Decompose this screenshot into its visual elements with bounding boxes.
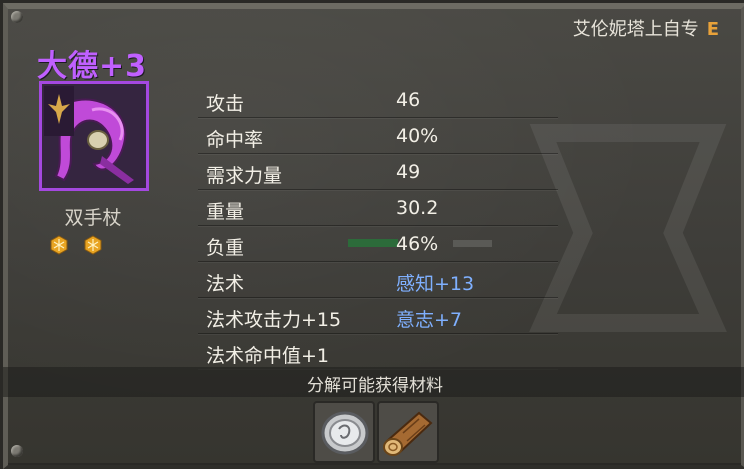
- gem-socket-icon: [50, 235, 68, 255]
- stat-row-required-strength: 需求力量 49: [198, 155, 558, 190]
- stat-row-weight: 重量 30.2: [198, 191, 558, 226]
- stat-label: 命中率: [206, 129, 264, 151]
- owner-label: 艾伦妮塔上自专 E: [573, 15, 719, 41]
- wood-log-icon: [383, 411, 433, 456]
- stat-row-spell-attack: 法术攻击力+15 意志+7: [198, 299, 558, 334]
- stat-label: 重量: [206, 201, 245, 223]
- grade-badge: E: [706, 19, 719, 40]
- stat-value: 49: [396, 161, 421, 183]
- stat-label: 负重: [206, 237, 245, 259]
- stat-label: 法术命中值+1: [206, 345, 330, 367]
- owner-name: 艾伦妮塔上自专: [572, 19, 699, 40]
- item-tooltip-panel: 艾伦妮塔上自专 E 大德+3 双手杖 攻击 46 命中率 40% 需求力量 49…: [0, 0, 744, 469]
- item-type: 双手杖: [64, 207, 122, 229]
- item-icon[interactable]: [39, 81, 149, 191]
- stat-label: 法术: [206, 273, 245, 295]
- material-slot[interactable]: [377, 401, 439, 463]
- gem-socket-icon: [84, 235, 102, 255]
- item-name: 大德+3: [37, 49, 148, 84]
- stat-label: 需求力量: [206, 165, 283, 187]
- stat-row-hit-rate: 命中率 40%: [198, 119, 558, 154]
- stat-label: 攻击: [206, 93, 245, 115]
- stat-value: 意志+7: [396, 309, 463, 331]
- stat-value: 40%: [396, 125, 439, 147]
- rivet-bottom-left: [11, 445, 23, 457]
- stat-row-attack: 攻击 46: [198, 83, 558, 118]
- load-progress-remainder: [453, 240, 492, 247]
- load-progress-bar: [348, 239, 398, 247]
- stat-value: 46%: [396, 233, 439, 255]
- rivet-top-left: [11, 11, 23, 23]
- stat-row-load: 负重 46%: [198, 227, 558, 262]
- stat-value: 46: [396, 89, 421, 111]
- stat-value: 30.2: [396, 197, 439, 219]
- stat-value: 感知+13: [396, 273, 475, 295]
- stat-row-spell-hit: 法术命中值+1: [198, 335, 558, 369]
- staff-icon: [42, 84, 146, 188]
- materials-header: 分解可能获得材料: [307, 376, 443, 396]
- stat-row-spell: 法术 感知+13: [198, 263, 558, 298]
- stat-label: 法术攻击力+15: [206, 309, 342, 331]
- material-slot[interactable]: [313, 401, 375, 463]
- silver-coin-icon: [321, 411, 369, 455]
